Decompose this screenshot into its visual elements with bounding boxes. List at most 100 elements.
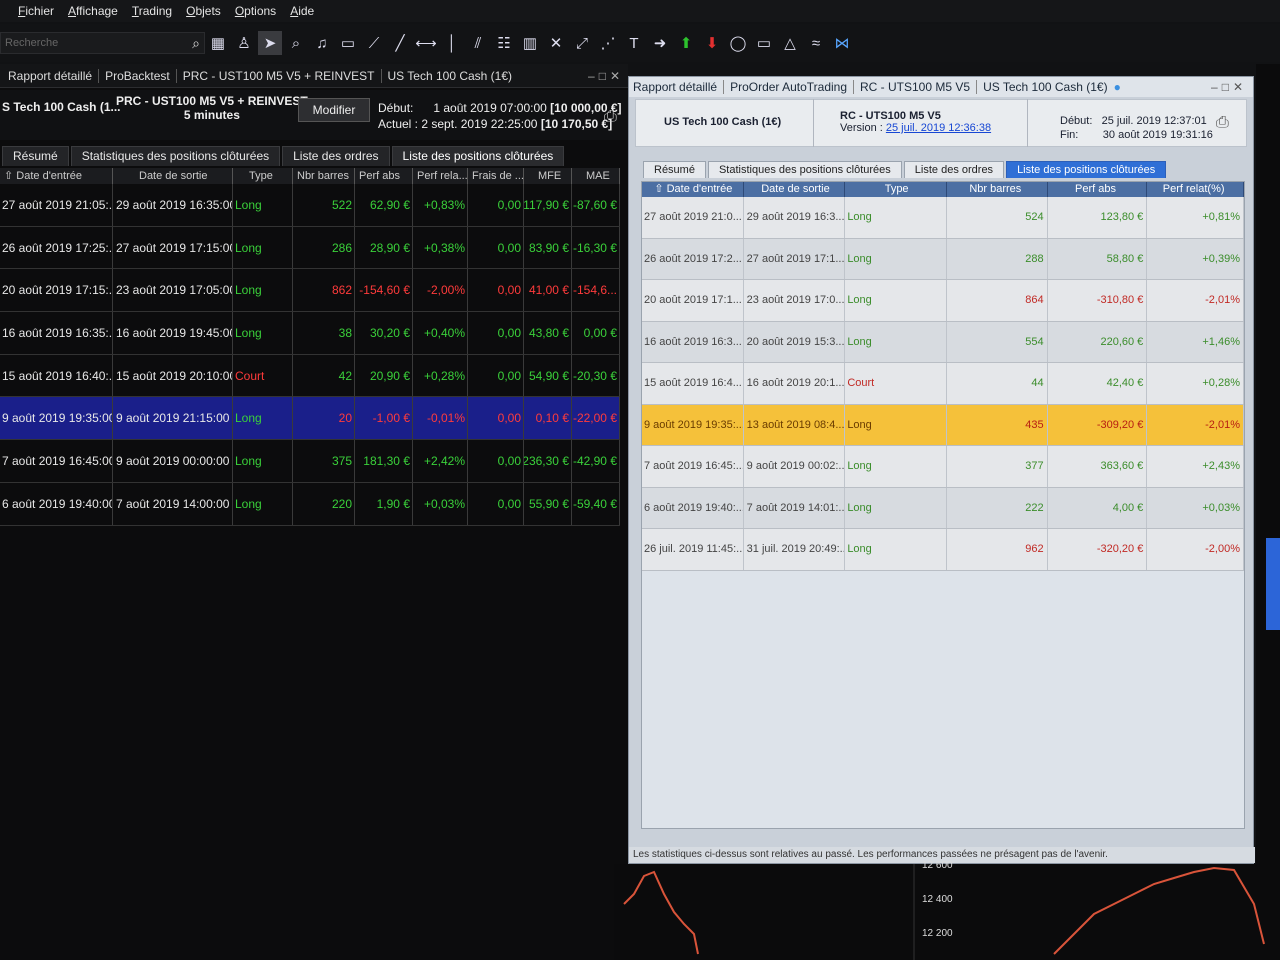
table-row[interactable]: 27 août 2019 21:05:... 29 août 2019 16:35… bbox=[0, 184, 620, 227]
print-icon[interactable]: ⎙ bbox=[1216, 114, 1229, 132]
table-row[interactable]: 15 août 2019 16:40:... 15 août 2019 20:10… bbox=[0, 354, 620, 398]
tools-icon[interactable]: ✕ bbox=[544, 31, 568, 55]
rcol-type[interactable]: Type bbox=[845, 182, 947, 197]
tab-liste-positions-right[interactable]: Liste des positions clôturées bbox=[1006, 161, 1167, 178]
horizontal-line-icon[interactable]: ⟷ bbox=[414, 31, 438, 55]
tab-liste-ordres[interactable]: Liste des ordres bbox=[282, 146, 390, 166]
table-row[interactable]: 7 août 2019 16:45:... 9 août 2019 00:02:.… bbox=[642, 446, 1244, 488]
segment-icon[interactable]: ⟋ bbox=[362, 31, 386, 55]
menu-fichier[interactable]: Fichier bbox=[18, 4, 54, 18]
arrow-down-icon[interactable]: ⬇ bbox=[700, 31, 724, 55]
search-input[interactable]: Recherche ⌕ bbox=[0, 32, 205, 54]
table-row[interactable]: 15 août 2019 16:4... 16 août 2019 20:1...… bbox=[642, 363, 1244, 405]
users-icon[interactable]: ♙ bbox=[232, 31, 256, 55]
table-row[interactable]: 27 août 2019 21:0... 29 août 2019 16:3...… bbox=[642, 197, 1244, 239]
tab-resume-right[interactable]: Résumé bbox=[643, 161, 706, 178]
table-row[interactable]: 26 août 2019 17:25:... 27 août 2019 17:15… bbox=[0, 226, 620, 270]
modify-button[interactable]: Modifier bbox=[298, 98, 370, 122]
report-end-value: 30 août 2019 19:31:16 bbox=[1102, 129, 1213, 141]
cell-perf-rel: -2,01% bbox=[1147, 280, 1244, 321]
menu-aide[interactable]: Aide bbox=[290, 4, 314, 18]
table-row[interactable]: 26 août 2019 17:2... 27 août 2019 17:1...… bbox=[642, 238, 1244, 280]
pattern-icon[interactable]: ⋈ bbox=[830, 31, 854, 55]
pitchfork-icon[interactable]: ⋰ bbox=[596, 31, 620, 55]
col-entry[interactable]: ⇧ Date d'entrée bbox=[0, 168, 113, 184]
tab-statistiques[interactable]: Statistiques des positions clôturées bbox=[70, 146, 281, 166]
trash-icon[interactable]: ▥ bbox=[518, 31, 542, 55]
alert-icon[interactable]: ♫ bbox=[310, 31, 334, 55]
cell-fees: 0,00 bbox=[468, 482, 524, 525]
tab-instrument-right[interactable]: US Tech 100 Cash (1€) bbox=[983, 80, 1108, 94]
text-icon[interactable]: T bbox=[622, 31, 646, 55]
table-row[interactable]: 6 août 2019 19:40:00 7 août 2019 14:00:00… bbox=[0, 482, 620, 526]
tab-strategy[interactable]: PRC - UST100 M5 V5 + REINVEST bbox=[177, 68, 382, 83]
menu-options[interactable]: Options bbox=[235, 4, 276, 18]
cell-exit-date: 27 août 2019 17:1... bbox=[744, 238, 846, 279]
arrow-up-icon[interactable]: ⬆ bbox=[674, 31, 698, 55]
cell-type: Court bbox=[233, 354, 293, 397]
rcol-bars[interactable]: Nbr barres bbox=[947, 182, 1048, 197]
menu-objets[interactable]: Objets bbox=[186, 4, 221, 18]
window-controls-icon[interactable]: –□✕ bbox=[1211, 80, 1247, 94]
col-fees[interactable]: Frais de ... bbox=[468, 168, 524, 184]
tab-probacktest[interactable]: ProBacktest bbox=[99, 68, 177, 83]
rcol-exit[interactable]: Date de sortie bbox=[744, 182, 846, 197]
vertical-line-icon[interactable]: │ bbox=[440, 31, 464, 55]
table-row[interactable]: 26 juil. 2019 11:45:... 31 juil. 2019 20:… bbox=[642, 529, 1244, 571]
wave-icon[interactable]: ≈ bbox=[804, 31, 828, 55]
zoom-icon[interactable]: ⌕ bbox=[284, 31, 308, 55]
tab-strategy-right[interactable]: RC - UTS100 M5 V5 bbox=[860, 80, 978, 94]
rcol-entry[interactable]: ⇧ Date d'entrée bbox=[642, 182, 744, 197]
search-icon[interactable]: ⌕ bbox=[192, 35, 200, 52]
expand-icon[interactable]: ⤢ bbox=[570, 31, 594, 55]
calendar-icon[interactable]: ▦ bbox=[206, 31, 230, 55]
table-row[interactable]: 9 août 2019 19:35:... 13 août 2019 08:4..… bbox=[642, 404, 1244, 446]
tab-proorder[interactable]: ProOrder AutoTrading bbox=[730, 80, 855, 94]
cell-entry-date: 26 juil. 2019 11:45:... bbox=[642, 529, 744, 570]
line-icon[interactable]: ╱ bbox=[388, 31, 412, 55]
print-icon[interactable]: ⎙ bbox=[604, 108, 617, 126]
backtest-tabs: Résumé Statistiques des positions clôtur… bbox=[2, 146, 565, 166]
col-perf-abs[interactable]: Perf abs bbox=[355, 168, 413, 184]
ruler-icon[interactable]: ▭ bbox=[336, 31, 360, 55]
col-mfe[interactable]: MFE bbox=[524, 168, 572, 184]
cursor-icon[interactable]: ➤ bbox=[258, 31, 282, 55]
menu-affichage[interactable]: Affichage bbox=[68, 4, 118, 18]
table-row[interactable]: 9 août 2019 19:35:00 9 août 2019 21:15:00… bbox=[0, 397, 620, 441]
triangle-icon[interactable]: △ bbox=[778, 31, 802, 55]
report-strategy: RC - UTS100 M5 V5 Version : 25 juil. 201… bbox=[840, 110, 991, 134]
col-mae[interactable]: MAE bbox=[572, 168, 620, 184]
col-perf-rel[interactable]: Perf rela... bbox=[413, 168, 468, 184]
table-row[interactable]: 16 août 2019 16:3... 20 août 2019 15:3...… bbox=[642, 321, 1244, 363]
table-row[interactable]: 20 août 2019 17:1... 23 août 2019 17:0...… bbox=[642, 280, 1244, 322]
strategy-timeframe: 5 minutes bbox=[183, 108, 240, 122]
fibonacci-icon[interactable]: ☷ bbox=[492, 31, 516, 55]
ellipse-icon[interactable]: ◯ bbox=[726, 31, 750, 55]
cell-perf-rel: -2,00% bbox=[1147, 529, 1244, 570]
rcol-perf-rel[interactable]: Perf relat(%) bbox=[1147, 182, 1244, 197]
col-type[interactable]: Type bbox=[233, 168, 293, 184]
autotrading-report-window: Rapport détaillé ProOrder AutoTrading RC… bbox=[628, 76, 1255, 864]
col-bars[interactable]: Nbr barres bbox=[293, 168, 355, 184]
window-controls-icon[interactable]: –□✕ bbox=[588, 69, 624, 83]
table-row[interactable]: 20 août 2019 17:15:... 23 août 2019 17:05… bbox=[0, 269, 620, 313]
tab-rapport-detaille[interactable]: Rapport détaillé bbox=[2, 68, 100, 83]
tab-resume[interactable]: Résumé bbox=[2, 146, 69, 166]
tab-liste-ordres-right[interactable]: Liste des ordres bbox=[903, 161, 1005, 178]
rectangle-icon[interactable]: ▭ bbox=[752, 31, 776, 55]
arrow-right-icon[interactable]: ➜ bbox=[648, 31, 672, 55]
table-row[interactable]: 6 août 2019 19:40:... 7 août 2019 14:01:.… bbox=[642, 487, 1244, 529]
info-icon[interactable]: ● bbox=[1114, 80, 1121, 94]
menu-trading[interactable]: Trading bbox=[132, 4, 172, 18]
col-exit[interactable]: Date de sortie bbox=[113, 168, 233, 184]
tab-instrument[interactable]: US Tech 100 Cash (1€) bbox=[382, 69, 519, 83]
tab-liste-positions[interactable]: Liste des positions clôturées bbox=[391, 146, 565, 166]
channel-icon[interactable]: ⫽ bbox=[466, 31, 490, 55]
table-row[interactable]: 16 août 2019 16:35:... 16 août 2019 19:45… bbox=[0, 312, 620, 355]
rcol-perf-abs[interactable]: Perf abs bbox=[1048, 182, 1148, 197]
cell-mfe: 41,00 € bbox=[524, 269, 572, 312]
tab-rapport-detaille-right[interactable]: Rapport détaillé bbox=[633, 80, 725, 94]
tab-statistiques-right[interactable]: Statistiques des positions clôturées bbox=[707, 161, 902, 178]
table-row[interactable]: 7 août 2019 16:45:00 9 août 2019 00:00:00… bbox=[0, 440, 620, 483]
version-link[interactable]: 25 juil. 2019 12:36:38 bbox=[886, 122, 991, 134]
